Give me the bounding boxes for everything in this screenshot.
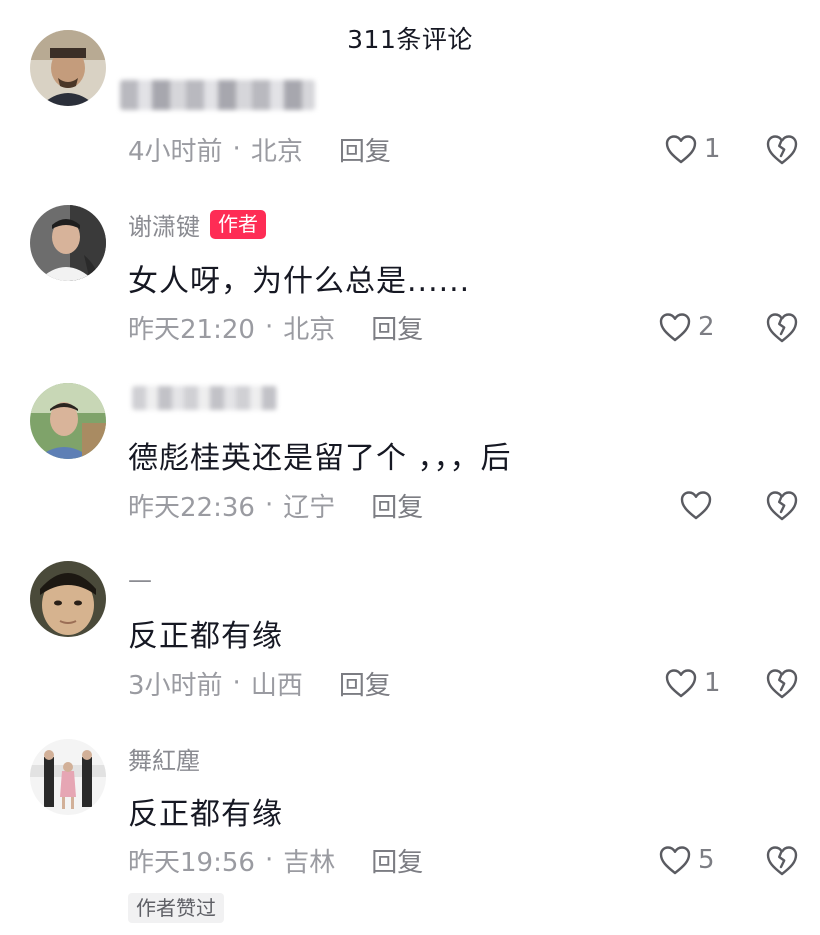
comment-time: 昨天19:56 [128,847,255,878]
reply-button[interactable]: 回复 [371,842,423,879]
broken-heart-icon [766,846,798,876]
heart-outline-icon [665,135,697,164]
avatar[interactable] [30,30,106,106]
username[interactable]: 舞紅塵 [128,741,200,776]
comment-location: 北京 [250,136,303,167]
dislike-button[interactable] [764,307,800,347]
comment-time: 4小时前 [128,136,223,167]
like-button[interactable] [679,485,733,525]
comment-meta: 4小时前 · 北京 回复 [128,129,391,169]
reply-button[interactable]: 回复 [339,131,391,168]
comment-text: 德彪桂英还是留了个 ，，，后 [128,441,512,476]
comment-count-title: 311条评论 [347,25,473,54]
comment-text: 女人呀，为什么总是...... [128,264,471,299]
like-count: 2 [698,312,715,342]
username-row: 舞紅塵 [128,741,200,775]
reply-button[interactable]: 回复 [371,487,423,524]
username[interactable]: 谢潇键 [128,207,200,242]
username-row: — [128,563,152,597]
broken-heart-icon [766,313,798,343]
comment-time: 3小时前 [128,670,223,701]
avatar[interactable] [30,205,106,281]
comment-meta: 3小时前 · 山西 回复 [128,663,391,703]
comment-location: 吉林 [283,847,336,878]
broken-heart-icon [766,669,798,699]
broken-heart-icon [766,491,798,521]
dislike-button[interactable] [764,485,800,525]
comment-meta: 昨天19:56 · 吉林 回复 [128,840,423,880]
broken-heart-icon [766,135,798,165]
reply-button[interactable]: 回复 [339,665,391,702]
blurred-username [132,386,277,410]
like-button[interactable]: 5 [658,840,715,880]
like-button[interactable]: 2 [658,307,715,347]
author-liked-badge: 作者赞过 [128,893,224,923]
comment-location: 山西 [250,670,303,701]
avatar[interactable] [30,383,106,459]
comment-text: 反正都有缘 [128,619,283,654]
reply-button[interactable]: 回复 [371,309,423,346]
like-count: 1 [704,134,721,164]
blurred-username [120,80,315,110]
avatar[interactable] [30,739,106,815]
like-button[interactable]: 1 [664,663,721,703]
dislike-button[interactable] [764,663,800,703]
heart-outline-icon [680,491,712,520]
like-button[interactable]: 1 [664,129,721,169]
like-count: 1 [704,668,721,698]
comment-text: 反正都有缘 [128,797,283,832]
comment-time: 昨天21:20 [128,314,255,345]
username-row: 谢潇键 作者 [128,207,266,241]
comment-meta: 昨天22:36 · 辽宁 回复 [128,485,423,525]
author-tag: 作者 [210,209,266,239]
like-count: 5 [698,845,715,875]
heart-outline-icon [665,669,697,698]
comment-location: 辽宁 [283,492,336,523]
avatar[interactable] [30,561,106,637]
heart-outline-icon [659,846,691,875]
username[interactable]: — [128,566,152,594]
comment-time: 昨天22:36 [128,492,255,523]
comment-location: 北京 [283,314,336,345]
comments-header: 311条评论 [0,0,820,70]
dislike-button[interactable] [764,840,800,880]
heart-outline-icon [659,313,691,342]
dislike-button[interactable] [764,129,800,169]
comment-meta: 昨天21:20 · 北京 回复 [128,307,423,347]
